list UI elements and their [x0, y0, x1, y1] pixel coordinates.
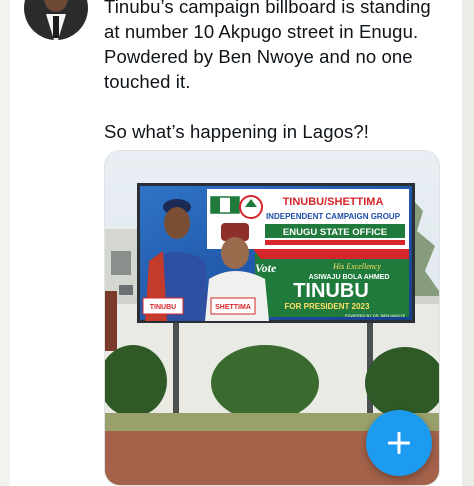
bb-his-excellency: His Excellency — [332, 262, 381, 271]
avatar-face — [44, 0, 68, 12]
portrait-1-face — [164, 207, 190, 239]
building-window — [111, 251, 131, 275]
flag-green-left — [211, 197, 220, 213]
bb-badge-mid: SHETTIMA — [215, 304, 251, 311]
bb-ribbon — [253, 249, 409, 259]
bush-middle — [211, 345, 319, 421]
portrait-2-face — [221, 237, 249, 269]
tweet-paragraph-2: So what’s happening in Lagos?! — [104, 121, 369, 142]
bb-surname: TINUBU — [293, 280, 369, 302]
gate-pillar — [105, 291, 117, 351]
side-strip — [462, 0, 474, 486]
bb-badge-left: TINUBU — [150, 304, 176, 311]
bb-divider-red — [265, 240, 405, 245]
plus-icon — [388, 432, 410, 454]
bb-office: FOR PRESIDENT 2023 — [285, 302, 370, 311]
bb-header-2: INDEPENDENT CAMPAIGN GROUP — [266, 212, 401, 221]
compose-button[interactable] — [366, 410, 432, 476]
bb-vote: Vote — [255, 261, 277, 275]
avatar-tie — [53, 16, 59, 38]
tweet-text: Tinubu’s campaign billboard is standing … — [104, 0, 454, 144]
flag-green-right — [230, 197, 239, 213]
bb-header-3: ENUGU STATE OFFICE — [283, 227, 387, 238]
tweet-paragraph-1: Tinubu’s campaign billboard is standing … — [104, 0, 431, 92]
bb-header-1: TINUBU/SHETTIMA — [283, 196, 384, 208]
bb-powered-by: POWERED BY DR. BEN NWOYE — [345, 313, 406, 318]
lamp — [119, 285, 133, 295]
